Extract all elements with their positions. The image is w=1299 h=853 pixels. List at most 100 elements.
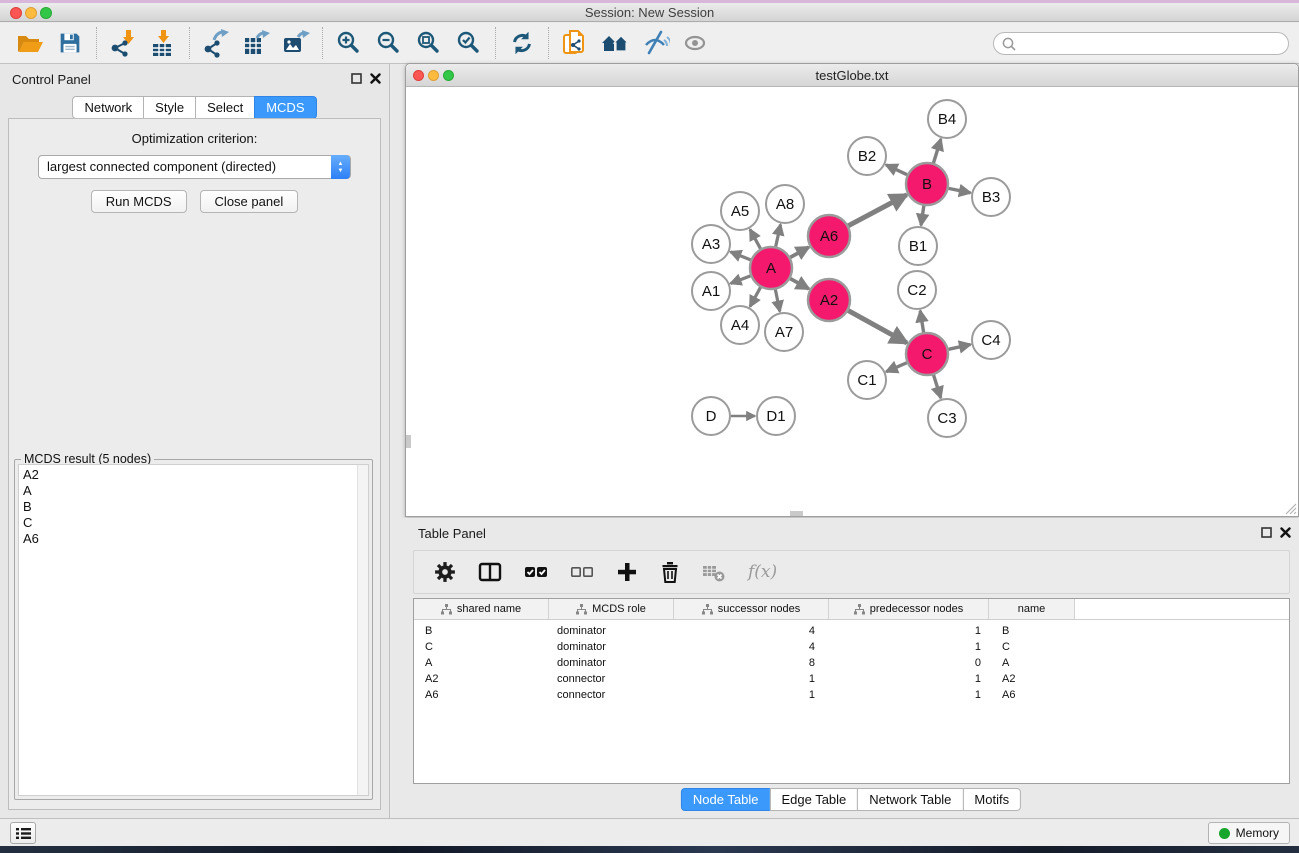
tab-mcds[interactable]: MCDS — [254, 96, 316, 119]
node-C4[interactable]: C4 — [972, 321, 1010, 359]
zoom-out-button[interactable] — [369, 26, 409, 60]
edge-A-A3[interactable] — [730, 252, 750, 260]
table-row[interactable]: Adominator80A — [414, 655, 1289, 671]
node-A3[interactable]: A3 — [692, 225, 730, 263]
node-B4[interactable]: B4 — [928, 100, 966, 138]
zoom-selected-button[interactable] — [449, 26, 489, 60]
criterion-dropdown[interactable]: largest connected component (directed) ▲… — [38, 155, 351, 179]
close-window-button[interactable] — [10, 7, 22, 19]
add-column-icon[interactable] — [616, 561, 638, 583]
tab-style[interactable]: Style — [143, 96, 196, 119]
tab-network[interactable]: Network — [72, 96, 144, 119]
float-panel-icon[interactable] — [1261, 527, 1272, 538]
search-input[interactable] — [993, 32, 1289, 55]
node-A4[interactable]: A4 — [721, 306, 759, 344]
function-builder-icon[interactable]: f(x) — [748, 562, 777, 582]
select-all-icon[interactable] — [524, 561, 548, 583]
node-B1[interactable]: B1 — [899, 227, 937, 265]
edge-A-A1[interactable] — [731, 276, 751, 284]
import-network-button[interactable] — [103, 26, 143, 60]
horizontal-scrollbar-thumb[interactable] — [790, 511, 803, 516]
resize-grip-icon[interactable] — [1285, 503, 1297, 515]
column-header-successor-nodes[interactable]: successor nodes — [674, 599, 829, 619]
memory-button[interactable]: Memory — [1208, 822, 1290, 844]
edge-B-B3[interactable] — [949, 188, 971, 192]
column-header-mcds-role[interactable]: MCDS role — [549, 599, 674, 619]
edge-C-C2[interactable] — [920, 311, 923, 333]
column-header-shared-name[interactable]: shared name — [414, 599, 549, 619]
close-panel-icon[interactable] — [1280, 527, 1291, 538]
edge-A-A4[interactable] — [750, 287, 760, 306]
network-canvas[interactable]: B4B2BB3A5A8A6B1A3AA1A2C2A4A7C4CC1DD1C3 — [406, 87, 1298, 516]
table-row[interactable]: Bdominator41B — [414, 623, 1289, 639]
node-C3[interactable]: C3 — [928, 399, 966, 437]
edge-C-C1[interactable] — [886, 363, 907, 372]
node-A1[interactable]: A1 — [692, 272, 730, 310]
edge-A-A5[interactable] — [750, 229, 760, 248]
hide-panels-button[interactable] — [635, 26, 675, 60]
edge-A2-C[interactable] — [848, 311, 907, 343]
tab-network-table[interactable]: Network Table — [857, 788, 963, 811]
node-A6[interactable]: A6 — [808, 215, 850, 257]
node-A8[interactable]: A8 — [766, 185, 804, 223]
zoom-in-button[interactable] — [329, 26, 369, 60]
listbox-scrollbar[interactable] — [357, 465, 368, 795]
edge-A-A8[interactable] — [776, 225, 781, 247]
close-panel-button[interactable]: Close panel — [200, 190, 299, 213]
table-row[interactable]: Cdominator41C — [414, 639, 1289, 655]
network-close-button[interactable] — [413, 70, 424, 81]
vertical-scrollbar-thumb[interactable] — [406, 435, 411, 448]
export-network-button[interactable] — [196, 26, 236, 60]
show-task-history-button[interactable] — [10, 822, 36, 844]
table-row[interactable]: A6connector11A6 — [414, 687, 1289, 703]
network-window-titlebar[interactable]: testGlobe.txt — [406, 64, 1298, 87]
tab-edge-table[interactable]: Edge Table — [769, 788, 858, 811]
node-C[interactable]: C — [906, 333, 948, 375]
mcds-result-item[interactable]: A6 — [19, 531, 368, 547]
dropdown-stepper-icon[interactable]: ▲▼ — [331, 155, 350, 179]
edge-A-A7[interactable] — [775, 290, 779, 312]
close-panel-icon[interactable] — [370, 73, 381, 84]
save-session-button[interactable] — [50, 26, 90, 60]
edge-B-B4[interactable] — [933, 139, 940, 163]
edge-C-C4[interactable] — [948, 344, 970, 349]
node-A5[interactable]: A5 — [721, 192, 759, 230]
edge-B-B1[interactable] — [921, 206, 924, 225]
edge-B-B2[interactable] — [886, 165, 907, 175]
mcds-result-item[interactable]: B — [19, 499, 368, 515]
home-button[interactable] — [595, 26, 635, 60]
tab-motifs[interactable]: Motifs — [962, 788, 1021, 811]
edge-A-A2[interactable] — [790, 279, 809, 289]
tab-select[interactable]: Select — [195, 96, 255, 119]
run-mcds-button[interactable]: Run MCDS — [91, 190, 187, 213]
table-row[interactable]: A2connector11A2 — [414, 671, 1289, 687]
export-image-button[interactable] — [276, 26, 316, 60]
float-panel-icon[interactable] — [351, 73, 362, 84]
node-A7[interactable]: A7 — [765, 313, 803, 351]
delete-icon[interactable] — [660, 561, 680, 583]
edge-C-C3[interactable] — [934, 375, 941, 398]
network-zoom-button[interactable] — [443, 70, 454, 81]
show-columns-icon[interactable] — [478, 561, 502, 583]
node-B3[interactable]: B3 — [972, 178, 1010, 216]
mcds-result-item[interactable]: A2 — [19, 467, 368, 483]
open-session-button[interactable] — [10, 26, 50, 60]
node-B2[interactable]: B2 — [848, 137, 886, 175]
edge-A6-B[interactable] — [848, 195, 906, 226]
column-header-name[interactable]: name — [989, 599, 1075, 619]
show-panels-button[interactable] — [675, 26, 715, 60]
minimize-window-button[interactable] — [25, 7, 37, 19]
mcds-result-item[interactable]: C — [19, 515, 368, 531]
mcds-result-item[interactable]: A — [19, 483, 368, 499]
deselect-all-icon[interactable] — [570, 561, 594, 583]
node-D1[interactable]: D1 — [757, 397, 795, 435]
delete-table-icon[interactable] — [702, 561, 726, 583]
node-D[interactable]: D — [692, 397, 730, 435]
node-C1[interactable]: C1 — [848, 361, 886, 399]
network-minimize-button[interactable] — [428, 70, 439, 81]
edge-A-A6[interactable] — [790, 247, 809, 257]
column-header-predecessor-nodes[interactable]: predecessor nodes — [829, 599, 989, 619]
node-A[interactable]: A — [750, 247, 792, 289]
node-A2[interactable]: A2 — [808, 279, 850, 321]
clone-network-button[interactable] — [555, 26, 595, 60]
